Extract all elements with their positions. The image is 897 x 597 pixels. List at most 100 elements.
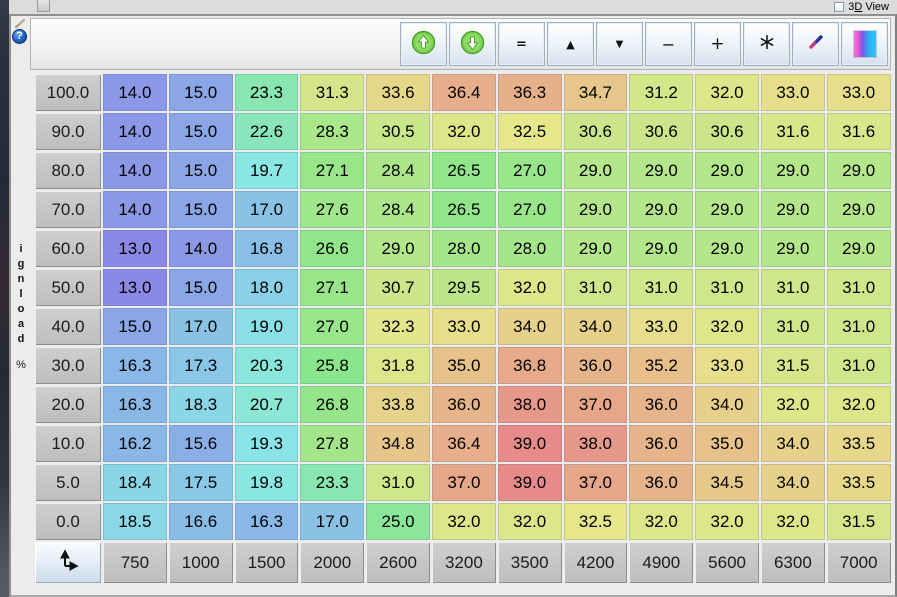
table-cell[interactable]: 29.0	[629, 230, 693, 267]
table-cell[interactable]: 36.0	[629, 464, 693, 501]
table-cell[interactable]: 25.8	[300, 347, 364, 384]
table-cell[interactable]: 32.0	[695, 74, 759, 111]
table-cell[interactable]: 28.3	[300, 113, 364, 150]
table-cell[interactable]: 14.0	[103, 191, 167, 228]
toolbar-button-subtract[interactable]: −	[645, 22, 692, 66]
col-header[interactable]: 750	[103, 542, 167, 583]
table-cell[interactable]: 27.8	[300, 425, 364, 462]
table-cell[interactable]: 29.0	[629, 191, 693, 228]
table-cell[interactable]: 30.6	[695, 113, 759, 150]
table-cell[interactable]: 15.0	[169, 152, 233, 189]
table-cell[interactable]: 32.0	[498, 503, 562, 540]
table-cell[interactable]: 36.3	[498, 74, 562, 111]
table-cell[interactable]: 37.0	[564, 464, 628, 501]
table-cell[interactable]: 17.0	[169, 308, 233, 345]
help-icon[interactable]: ?	[12, 29, 27, 44]
col-header[interactable]: 1000	[169, 542, 233, 583]
table-cell[interactable]: 26.6	[300, 230, 364, 267]
table-cell[interactable]: 32.5	[564, 503, 628, 540]
table-cell[interactable]: 29.0	[827, 230, 891, 267]
table-cell[interactable]: 25.0	[366, 503, 430, 540]
table-cell[interactable]: 32.0	[761, 386, 825, 423]
table-cell[interactable]: 18.5	[103, 503, 167, 540]
table-cell[interactable]: 31.3	[300, 74, 364, 111]
table-cell[interactable]: 29.0	[761, 191, 825, 228]
toolbar-button-scale[interactable]	[743, 22, 790, 66]
table-cell[interactable]: 16.8	[235, 230, 299, 267]
table-cell[interactable]: 27.0	[498, 152, 562, 189]
table-cell[interactable]: 36.0	[629, 425, 693, 462]
row-header[interactable]: 90.0	[35, 113, 101, 150]
table-cell[interactable]: 35.2	[629, 347, 693, 384]
table-cell[interactable]: 32.0	[629, 503, 693, 540]
table-cell[interactable]: 34.0	[761, 464, 825, 501]
table-cell[interactable]: 36.0	[432, 386, 496, 423]
table-cell[interactable]: 33.0	[432, 308, 496, 345]
table-cell[interactable]: 19.7	[235, 152, 299, 189]
col-header[interactable]: 4900	[629, 542, 693, 583]
row-header[interactable]: 40.0	[35, 308, 101, 345]
table-cell[interactable]: 16.6	[169, 503, 233, 540]
col-header[interactable]: 3200	[432, 542, 496, 583]
toolbar-button-add[interactable]: +	[694, 22, 741, 66]
table-cell[interactable]: 36.4	[432, 74, 496, 111]
table-cell[interactable]: 16.3	[235, 503, 299, 540]
toolbar-button-color-map[interactable]	[841, 22, 888, 66]
table-cell[interactable]: 31.5	[827, 503, 891, 540]
table-cell[interactable]: 37.0	[432, 464, 496, 501]
table-cell[interactable]: 28.4	[366, 191, 430, 228]
table-cell[interactable]: 34.5	[695, 464, 759, 501]
table-cell[interactable]: 33.0	[695, 347, 759, 384]
table-cell[interactable]: 18.3	[169, 386, 233, 423]
table-cell[interactable]: 18.4	[103, 464, 167, 501]
table-cell[interactable]: 20.7	[235, 386, 299, 423]
table-cell[interactable]: 28.0	[498, 230, 562, 267]
col-header[interactable]: 1500	[235, 542, 299, 583]
col-header[interactable]: 3500	[498, 542, 562, 583]
table-cell[interactable]: 17.5	[169, 464, 233, 501]
table-cell[interactable]: 29.0	[827, 152, 891, 189]
table-cell[interactable]: 32.0	[695, 308, 759, 345]
col-header[interactable]: 7000	[827, 542, 891, 583]
table-cell[interactable]: 14.0	[169, 230, 233, 267]
table-cell[interactable]: 29.0	[366, 230, 430, 267]
table-cell[interactable]: 28.4	[366, 152, 430, 189]
table-cell[interactable]: 26.5	[432, 191, 496, 228]
table-cell[interactable]: 19.3	[235, 425, 299, 462]
toolbar-button-decrement[interactable]: ▼	[596, 22, 643, 66]
table-cell[interactable]: 34.0	[761, 425, 825, 462]
table-cell[interactable]: 32.0	[432, 113, 496, 150]
table-cell[interactable]: 32.0	[827, 386, 891, 423]
table-cell[interactable]: 31.0	[827, 347, 891, 384]
table-cell[interactable]: 34.8	[366, 425, 430, 462]
col-header[interactable]: 6300	[761, 542, 825, 583]
table-cell[interactable]: 38.0	[564, 425, 628, 462]
table-cell[interactable]: 18.0	[235, 269, 299, 306]
table-cell[interactable]: 27.1	[300, 269, 364, 306]
table-cell[interactable]: 32.0	[498, 269, 562, 306]
table-cell[interactable]: 17.0	[235, 191, 299, 228]
table-cell[interactable]: 34.0	[564, 308, 628, 345]
table-cell[interactable]: 31.0	[366, 464, 430, 501]
table-cell[interactable]: 31.0	[564, 269, 628, 306]
table-cell[interactable]: 36.0	[564, 347, 628, 384]
table-cell[interactable]: 30.6	[629, 113, 693, 150]
row-header[interactable]: 60.0	[35, 230, 101, 267]
table-cell[interactable]: 33.0	[827, 74, 891, 111]
col-header[interactable]: 5600	[695, 542, 759, 583]
table-cell[interactable]: 29.0	[564, 191, 628, 228]
table-cell[interactable]: 31.0	[761, 269, 825, 306]
table-cell[interactable]: 26.5	[432, 152, 496, 189]
table-cell[interactable]: 31.0	[761, 308, 825, 345]
row-header[interactable]: 30.0	[35, 347, 101, 384]
table-cell[interactable]: 35.0	[432, 347, 496, 384]
table-cell[interactable]: 14.0	[103, 113, 167, 150]
table-cell[interactable]: 33.0	[761, 74, 825, 111]
table-cell[interactable]: 26.8	[300, 386, 364, 423]
toolbar-button-increment[interactable]: ▲	[547, 22, 594, 66]
table-cell[interactable]: 29.0	[564, 230, 628, 267]
table-cell[interactable]: 30.5	[366, 113, 430, 150]
row-header[interactable]: 70.0	[35, 191, 101, 228]
table-cell[interactable]: 31.0	[827, 269, 891, 306]
toolbar-button-revert-up[interactable]	[400, 22, 447, 66]
